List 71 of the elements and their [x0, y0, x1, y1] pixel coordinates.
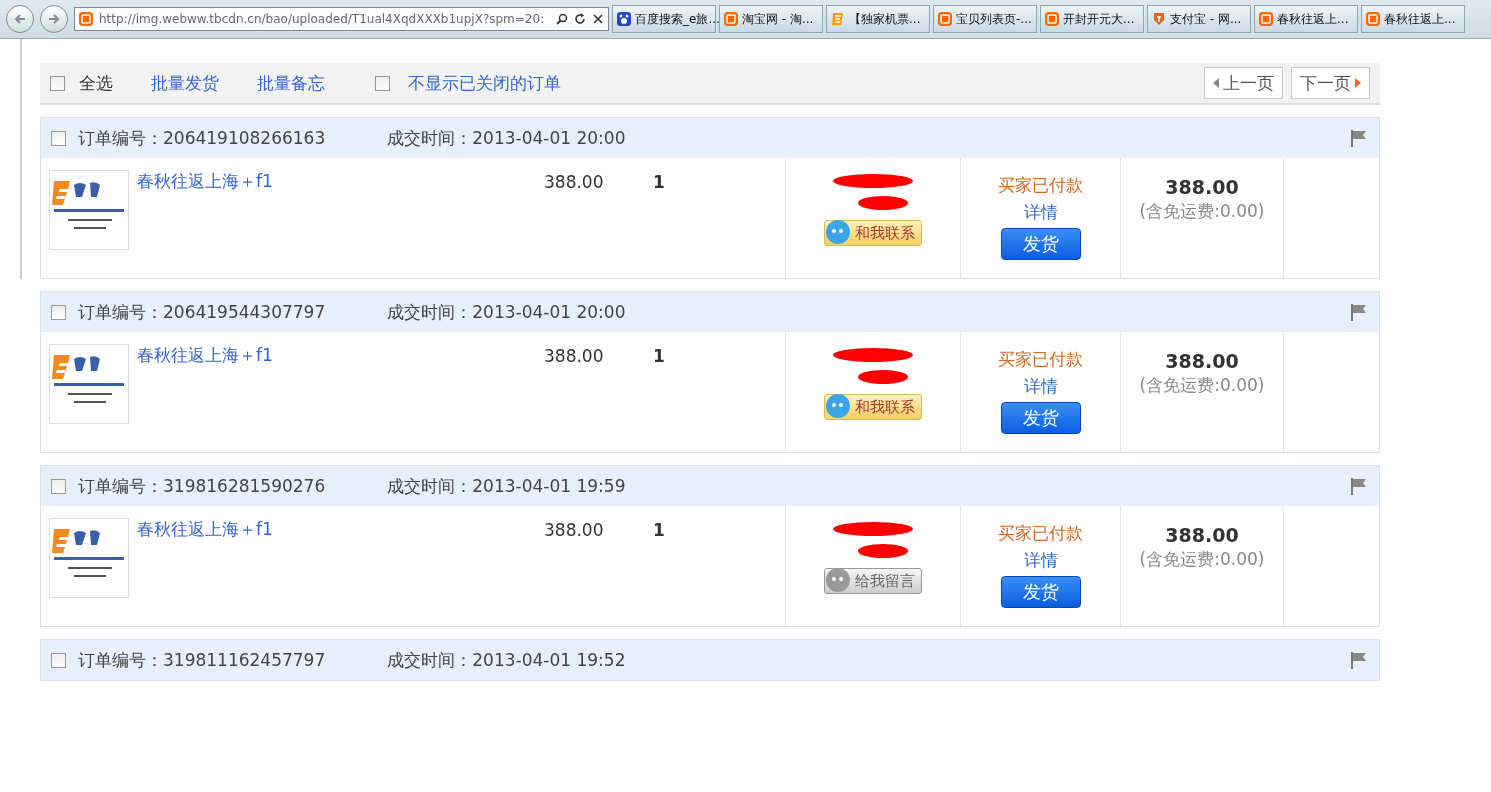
shipping-fee: (含免运费:0.00): [1139, 374, 1265, 397]
order-number: 订单编号：319811162457797: [78, 648, 326, 672]
back-arrow-icon: [13, 12, 27, 26]
product-link[interactable]: 春秋往返上海＋f1: [137, 344, 273, 440]
filter-link[interactable]: 不显示已关闭的订单: [408, 71, 561, 95]
forward-button[interactable]: [40, 5, 68, 33]
checkbox[interactable]: [51, 304, 66, 320]
deal-time: 成交时间：2013-04-01 20:00: [387, 126, 626, 150]
quantity: 1: [653, 520, 665, 540]
page-icon: [831, 12, 845, 26]
order-number: 订单编号：206419108266163: [78, 126, 326, 150]
browser-tab[interactable]: 宝贝列表页-...: [933, 5, 1037, 33]
right-triangle-icon: [1355, 78, 1361, 88]
refresh-icon[interactable]: [574, 13, 586, 25]
next-page-button[interactable]: 下一页: [1291, 67, 1370, 99]
shipping-fee: (含免运费:0.00): [1139, 548, 1265, 571]
checkbox[interactable]: [51, 130, 66, 146]
quantity: 1: [653, 346, 665, 366]
total-price: 388.00: [1165, 350, 1239, 372]
ship-button[interactable]: 发货: [1000, 402, 1081, 434]
details-link[interactable]: 详情: [1023, 549, 1058, 572]
back-button[interactable]: [6, 5, 34, 33]
contact-button[interactable]: 和我联系: [824, 220, 922, 246]
details-link[interactable]: 详情: [1023, 375, 1058, 398]
unit-price: 388.00: [544, 520, 604, 540]
shield-icon: [1152, 12, 1166, 26]
shipping-fee: (含免运费:0.00): [1139, 200, 1265, 223]
browser-tab[interactable]: 春秋往返上...: [1254, 5, 1358, 33]
checkbox[interactable]: [51, 478, 66, 494]
details-link[interactable]: 详情: [1023, 201, 1058, 224]
browser-tab[interactable]: 开封开元大...: [1040, 5, 1144, 33]
order-number: 订单编号：206419544307797: [78, 300, 326, 324]
prev-page-button[interactable]: 上一页: [1204, 67, 1283, 99]
order-status: 买家已付款: [998, 522, 1083, 545]
deal-time: 成交时间：2013-04-01 19:59: [387, 474, 626, 498]
product-link[interactable]: 春秋往返上海＋f1: [137, 518, 273, 614]
total-price: 388.00: [1165, 524, 1239, 546]
browser-tab[interactable]: 春秋往返上...: [1361, 5, 1465, 33]
order-status: 买家已付款: [998, 174, 1083, 197]
flag-icon[interactable]: [1349, 650, 1369, 670]
quantity: 1: [653, 172, 665, 192]
total-price: 388.00: [1165, 176, 1239, 198]
browser-tab[interactable]: 淘宝网 - 淘...: [719, 5, 823, 33]
checkbox[interactable]: [51, 652, 66, 668]
product-link[interactable]: 春秋往返上海＋f1: [137, 170, 273, 266]
address-bar[interactable]: http://img.webww.tbcdn.cn/bao/uploaded/T1ual4XqdXXXb1upjX?spm=20:: [74, 7, 609, 31]
search-icon[interactable]: [556, 13, 568, 25]
checkbox[interactable]: [50, 75, 65, 91]
left-triangle-icon: [1213, 78, 1219, 88]
contact-button[interactable]: 给我留言: [824, 568, 922, 594]
contact-button[interactable]: 和我联系: [824, 394, 922, 420]
deal-time: 成交时间：2013-04-01 19:52: [387, 648, 626, 672]
order-status: 买家已付款: [998, 348, 1083, 371]
browser-tab[interactable]: 支付宝 - 网...: [1147, 5, 1251, 33]
batch-link[interactable]: 批量发货: [151, 71, 219, 95]
flag-icon[interactable]: [1349, 128, 1369, 148]
ship-button[interactable]: 发货: [1000, 576, 1081, 608]
select-all-label: 全选: [79, 71, 113, 95]
close-icon[interactable]: [592, 13, 604, 25]
checkbox[interactable]: [375, 75, 390, 91]
deal-time: 成交时间：2013-04-01 20:00: [387, 300, 626, 324]
ship-button[interactable]: 发货: [1000, 228, 1081, 260]
flag-icon[interactable]: [1349, 476, 1369, 496]
unit-price: 388.00: [544, 346, 604, 366]
paw-icon: [617, 12, 631, 26]
browser-tab[interactable]: 【独家机票...: [826, 5, 930, 33]
batch-link[interactable]: 批量备忘: [257, 71, 325, 95]
order-number: 订单编号：319816281590276: [78, 474, 326, 498]
forward-arrow-icon: [47, 12, 61, 26]
flag-icon[interactable]: [1349, 302, 1369, 322]
unit-price: 388.00: [544, 172, 604, 192]
